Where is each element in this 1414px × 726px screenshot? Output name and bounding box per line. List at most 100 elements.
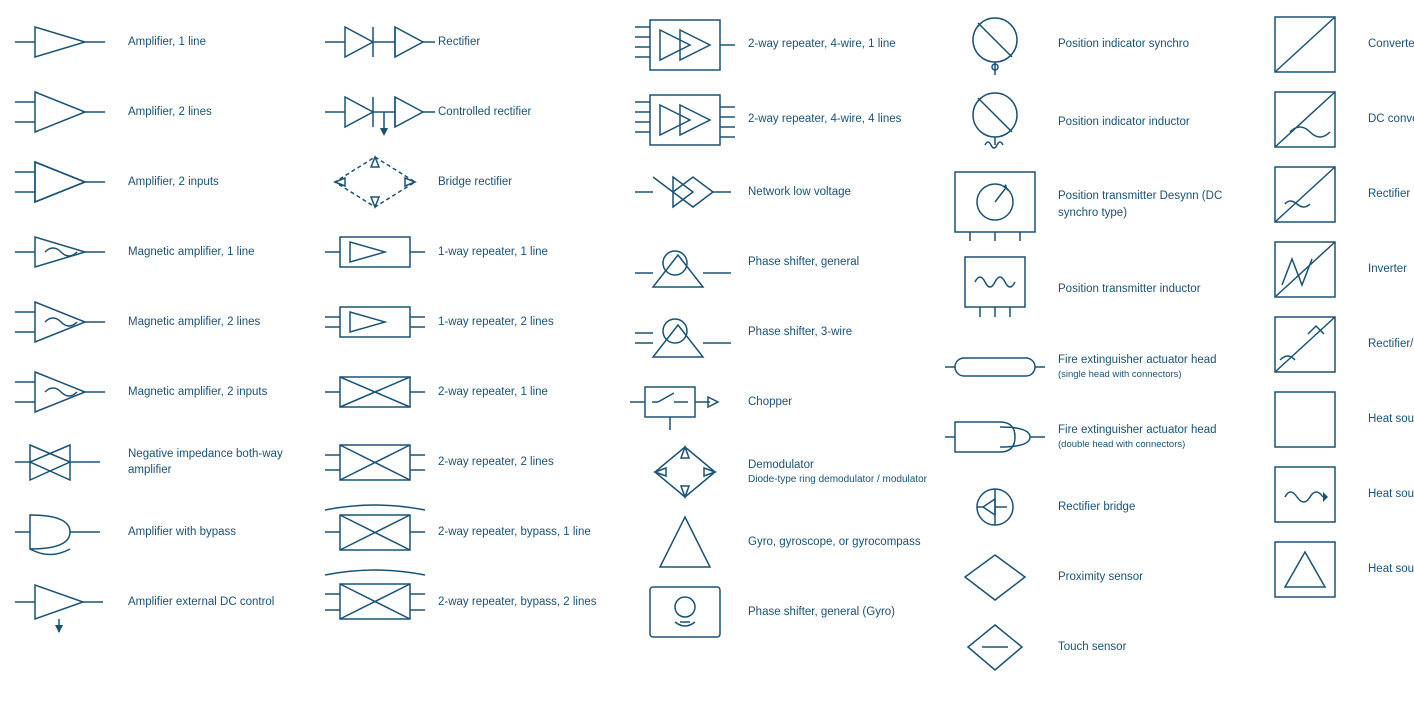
- symbol-rep6: [320, 572, 430, 632]
- symbol-rep7: [630, 12, 740, 77]
- item-rep7: 2-way repeater, 4-wire, 1 line: [624, 8, 934, 81]
- item-phase3: Phase shifter, general (Gyro): [624, 578, 934, 646]
- label-rep4: 2-way repeater, 2 lines: [438, 454, 618, 470]
- label-net1: Network low voltage: [748, 184, 928, 200]
- label-amp2: Amplifier, 2 lines: [128, 104, 308, 120]
- item-mag2: Magnetic amplifier, 2 lines: [4, 288, 314, 356]
- symbol-dc1: [1250, 87, 1360, 152]
- label-rect3: Rectifier: [1368, 186, 1414, 202]
- item-neg1: Negative impedance both-way amplifier: [4, 428, 314, 496]
- symbol-heat3: [1250, 537, 1360, 602]
- item-postx1: Position transmitter Desynn (DC synchro …: [934, 163, 1244, 246]
- symbol-heat2: [1250, 462, 1360, 527]
- symbol-postx2: [940, 252, 1050, 327]
- label-rep1: 1-way repeater, 1 line: [438, 244, 618, 260]
- symbol-phase1: [630, 235, 740, 290]
- label-phase3: Phase shifter, general (Gyro): [748, 604, 928, 620]
- symbol-amp5: [10, 577, 120, 627]
- label-postx2: Position transmitter inductor: [1058, 281, 1238, 297]
- item-phase1: Phase shifter, general: [624, 228, 934, 296]
- label-amp4: Amplifier with bypass: [128, 524, 308, 540]
- main-grid: Amplifier, 1 line Amplifier, 2 lines: [0, 0, 1414, 689]
- symbol-amp4: [10, 505, 120, 560]
- label-rectinv1: Rectifier/inverter: [1368, 336, 1414, 352]
- symbol-rep4: [320, 435, 430, 490]
- item-pos2: Position indicator inductor: [934, 83, 1244, 161]
- label-neg1: Negative impedance both-way amplifier: [128, 446, 308, 478]
- label-mag2: Magnetic amplifier, 2 lines: [128, 314, 308, 330]
- symbol-rectb1: [940, 485, 1050, 530]
- label-rep8: 2-way repeater, 4-wire, 4 lines: [748, 111, 928, 127]
- symbol-phase3: [630, 582, 740, 642]
- item-chop1: Chopper: [624, 368, 934, 436]
- label-gyro1: Gyro, gyroscope, or gyrocompass: [748, 534, 928, 550]
- item-amp5: Amplifier external DC control: [4, 568, 314, 636]
- label-rep5: 2-way repeater, bypass, 1 line: [438, 524, 618, 540]
- label-prox1: Proximity sensor: [1058, 569, 1238, 585]
- symbol-net1: [630, 167, 740, 217]
- item-rep4: 2-way repeater, 2 lines: [314, 428, 624, 496]
- symbol-pos2: [940, 87, 1050, 157]
- item-rep2: 1-way repeater, 2 lines: [314, 288, 624, 356]
- label-rep2: 1-way repeater, 2 lines: [438, 314, 618, 330]
- item-fire2: Fire extinguisher actuator head (double …: [934, 403, 1244, 471]
- item-bridge1: Bridge rectifier: [314, 148, 624, 216]
- symbol-rectinv1: [1250, 312, 1360, 377]
- item-rep6: 2-way repeater, bypass, 2 lines: [314, 568, 624, 636]
- label-conv1: Converter, general: [1368, 36, 1414, 52]
- symbol-inv1: [1250, 237, 1360, 302]
- symbol-rect1: [320, 22, 430, 62]
- item-heat1: Heat source, general: [1244, 383, 1414, 456]
- label-chop1: Chopper: [748, 394, 928, 410]
- item-amp1: Amplifier, 1 line: [4, 8, 314, 76]
- symbol-rep3: [320, 367, 430, 417]
- symbol-rep1: [320, 227, 430, 277]
- symbol-fire1: [940, 350, 1050, 385]
- label-amp1: Amplifier, 1 line: [128, 34, 308, 50]
- item-pos1: Position indicator synchro: [934, 8, 1244, 81]
- symbol-rect2: [320, 92, 430, 132]
- label-postx1: Position transmitter Desynn (DC synchro …: [1058, 188, 1238, 220]
- symbol-touch1: [940, 620, 1050, 675]
- label-demod1: Demodulator Diode-type ring demodulator …: [748, 457, 928, 487]
- item-amp3: Amplifier, 2 inputs: [4, 148, 314, 216]
- symbol-conv1: [1250, 12, 1360, 77]
- symbol-chop1: [630, 375, 740, 430]
- symbol-amp2: [10, 87, 120, 137]
- label-fire2: Fire extinguisher actuator head (double …: [1058, 422, 1238, 451]
- symbol-pos1: [940, 12, 1050, 77]
- label-pos1: Position indicator synchro: [1058, 36, 1238, 52]
- item-inv1: Inverter: [1244, 233, 1414, 306]
- item-rep8: 2-way repeater, 4-wire, 4 lines: [624, 83, 934, 156]
- label-heat3: Heat source, combustion: [1368, 561, 1414, 577]
- label-bridge1: Bridge rectifier: [438, 174, 618, 190]
- label-touch1: Touch sensor: [1058, 639, 1238, 655]
- item-rep5: 2-way repeater, bypass, 1 line: [314, 498, 624, 566]
- label-pos2: Position indicator inductor: [1058, 114, 1238, 130]
- symbol-amp3: [10, 157, 120, 207]
- item-heat2: Heat source, radioisotope: [1244, 458, 1414, 531]
- symbol-rep5: [320, 505, 430, 560]
- item-dc1: DC converter: [1244, 83, 1414, 156]
- item-amp4: Amplifier with bypass: [4, 498, 314, 566]
- item-demod1: Demodulator Diode-type ring demodulator …: [624, 438, 934, 506]
- item-rectb1: Rectifier bridge: [934, 473, 1244, 541]
- item-amp2: Amplifier, 2 lines: [4, 78, 314, 146]
- item-touch1: Touch sensor: [934, 613, 1244, 681]
- column-4: Position indicator synchro Position indi…: [934, 8, 1244, 681]
- item-net1: Network low voltage: [624, 158, 934, 226]
- label-heat1: Heat source, general: [1368, 411, 1414, 427]
- symbol-mag1: [10, 232, 120, 272]
- symbol-mag3: [10, 367, 120, 417]
- column-3: 2-way repeater, 4-wire, 1 line: [624, 8, 934, 681]
- item-prox1: Proximity sensor: [934, 543, 1244, 611]
- symbol-fire2: [940, 412, 1050, 462]
- symbol-gyro1: [630, 512, 740, 572]
- symbol-demod1: [630, 442, 740, 502]
- symbol-prox1: [940, 550, 1050, 605]
- label-mag1: Magnetic amplifier, 1 line: [128, 244, 308, 260]
- item-phase2: Phase shifter, 3-wire: [624, 298, 934, 366]
- column-1: Amplifier, 1 line Amplifier, 2 lines: [4, 8, 314, 681]
- item-conv1: Converter, general: [1244, 8, 1414, 81]
- label-rectb1: Rectifier bridge: [1058, 499, 1238, 515]
